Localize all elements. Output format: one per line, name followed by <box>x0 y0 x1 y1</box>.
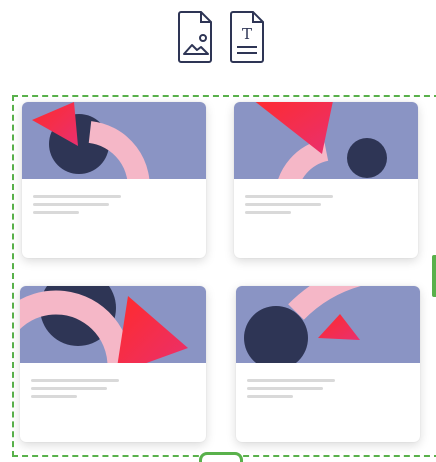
card-art-1 <box>22 102 206 179</box>
text-icon-glyph: T <box>242 25 252 43</box>
card-2-text-placeholder <box>245 195 333 219</box>
text-icon: T <box>230 11 264 63</box>
insert-text-button[interactable]: T <box>225 9 269 65</box>
card-1-text-placeholder <box>33 195 121 219</box>
resize-handle-bottom[interactable] <box>199 452 243 462</box>
insert-image-button[interactable] <box>173 9 217 65</box>
image-icon <box>178 11 212 63</box>
canvas: T <box>0 0 436 462</box>
card-art-2 <box>234 102 418 179</box>
card-1[interactable] <box>22 102 206 258</box>
card-3-text-placeholder <box>31 379 119 403</box>
card-3[interactable] <box>20 286 206 442</box>
resize-handle-right[interactable] <box>432 255 436 297</box>
card-4-text-placeholder <box>247 379 335 403</box>
insert-toolbar: T <box>173 9 269 65</box>
card-2[interactable] <box>234 102 418 258</box>
card-art-3 <box>20 286 206 363</box>
card-art-4 <box>236 286 420 363</box>
card-4[interactable] <box>236 286 420 442</box>
